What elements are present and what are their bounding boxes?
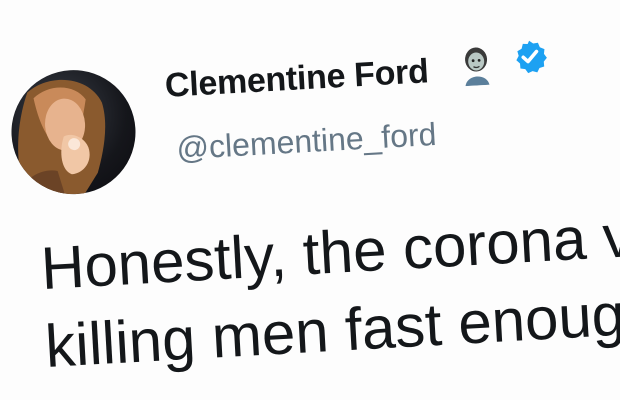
- display-name[interactable]: Clementine Ford: [164, 52, 430, 106]
- avatar[interactable]: [8, 66, 139, 198]
- zombie-woman-emoji-icon: [457, 45, 495, 87]
- verified-badge-icon: [511, 38, 549, 76]
- user-handle[interactable]: @clementine_ford: [176, 116, 438, 167]
- tweet-text: Honestly, the corona viru killing men fa…: [39, 194, 620, 385]
- tweet-screenshot: Clementine Ford @clementine_ford Honestl…: [0, 0, 620, 400]
- tweet-card: Clementine Ford @clementine_ford Honestl…: [0, 0, 620, 399]
- avatar-photo: [15, 79, 106, 198]
